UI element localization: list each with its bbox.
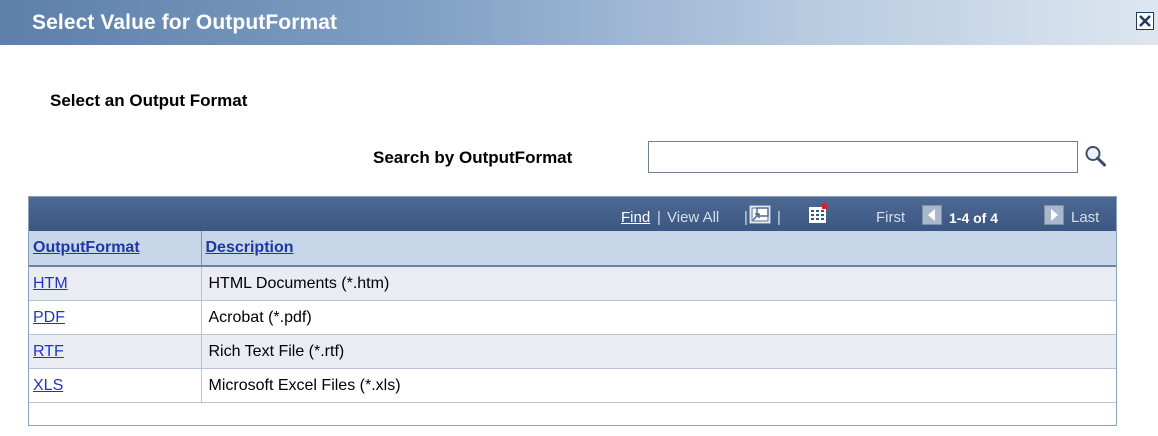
results-grid: Find | View All | | First 1-4 of 4 Last … xyxy=(28,196,1117,426)
search-input[interactable] xyxy=(648,141,1078,173)
download-to-excel-icon[interactable] xyxy=(807,203,829,225)
code-link[interactable]: PDF xyxy=(33,309,65,326)
column-header-description[interactable]: Description xyxy=(201,231,1116,267)
last-page-label: Last xyxy=(1071,209,1100,226)
column-header-label[interactable]: Description xyxy=(206,239,294,256)
description-cell: Rich Text File (*.rtf) xyxy=(201,334,1116,369)
nav-separator: | xyxy=(744,209,748,226)
table-row: HTM HTML Documents (*.htm) xyxy=(29,266,1116,301)
description-cell: Acrobat (*.pdf) xyxy=(201,300,1116,335)
column-header-label[interactable]: OutputFormat xyxy=(33,239,140,256)
section-heading: Select an Output Format xyxy=(50,91,248,110)
grid-zoom-icon[interactable] xyxy=(749,205,771,225)
row-count: 1-4 of 4 xyxy=(949,210,999,226)
table-row: PDF Acrobat (*.pdf) xyxy=(29,300,1116,335)
code-link[interactable]: RTF xyxy=(33,343,64,360)
magnifier-search-icon[interactable] xyxy=(1083,144,1107,168)
code-link[interactable]: XLS xyxy=(33,377,63,394)
close-icon xyxy=(1139,15,1151,27)
description-cell: Microsoft Excel Files (*.xls) xyxy=(201,368,1116,403)
code-cell: RTF xyxy=(29,334,202,369)
search-label: Search by OutputFormat xyxy=(373,148,573,167)
code-cell: XLS xyxy=(29,368,202,403)
table-row: RTF Rich Text File (*.rtf) xyxy=(29,334,1116,369)
grid-navigation-bar: Find | View All | | First 1-4 of 4 Last xyxy=(29,197,1116,231)
results-table: OutputFormat Description HTM HTML Docume… xyxy=(29,231,1116,403)
dialog-title: Select Value for OutputFormat xyxy=(32,11,338,34)
view-all-link[interactable]: View All xyxy=(667,209,719,226)
close-button[interactable] xyxy=(1136,12,1154,30)
lookup-dialog: Select Value for OutputFormat Select an … xyxy=(0,0,1158,436)
code-cell: PDF xyxy=(29,300,202,335)
nav-separator: | xyxy=(657,209,661,226)
column-header-outputformat[interactable]: OutputFormat xyxy=(29,231,202,267)
dialog-titlebar: Select Value for OutputFormat xyxy=(0,0,1158,45)
first-page-label: First xyxy=(876,209,906,226)
table-header-row: OutputFormat Description xyxy=(29,231,1116,267)
code-cell: HTM xyxy=(29,266,202,301)
description-cell: HTML Documents (*.htm) xyxy=(201,266,1116,301)
nav-separator: | xyxy=(777,209,781,226)
code-link[interactable]: HTM xyxy=(33,275,68,292)
table-row: XLS Microsoft Excel Files (*.xls) xyxy=(29,368,1116,403)
previous-arrow-icon[interactable] xyxy=(922,205,942,225)
find-link[interactable]: Find xyxy=(621,209,650,226)
next-arrow-icon[interactable] xyxy=(1044,205,1064,225)
